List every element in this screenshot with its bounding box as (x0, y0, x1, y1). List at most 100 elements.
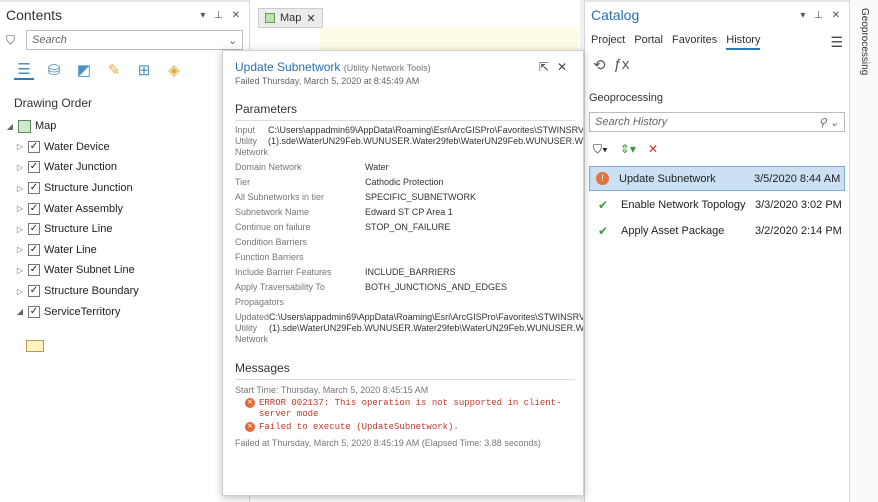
parameter-value: INCLUDE_BARRIERS (365, 267, 456, 277)
open-tool-icon[interactable]: ⇱ (539, 60, 557, 74)
geoprocessing-history-icon[interactable]: ⟲ (593, 56, 606, 78)
history-item[interactable]: ✔ Enable Network Topology 3/3/2020 3:02 PM (589, 192, 845, 217)
expand-icon[interactable]: ▷ (14, 142, 26, 151)
tab-history[interactable]: History (726, 34, 761, 50)
parameter-row: Function Barriers (235, 252, 575, 263)
map-tab-icon (265, 13, 275, 23)
parameter-value: SPECIFIC_SUBNETWORK (365, 192, 477, 202)
layer-label: Water Line (44, 243, 97, 256)
close-icon[interactable]: ✕ (306, 12, 315, 25)
filter-icon[interactable]: ⛉▾ (593, 142, 608, 157)
menu-icon[interactable]: ☰ (830, 34, 843, 51)
layer-checkbox[interactable]: ✓ (28, 305, 40, 318)
history-search-input[interactable]: Search History ⚲ ⌄ (589, 112, 845, 132)
python-history-icon[interactable]: ƒx (614, 56, 630, 78)
layer-label: Water Device (44, 140, 110, 153)
layer-checkbox[interactable]: ✓ (28, 202, 40, 215)
history-item[interactable]: ✔ Apply Asset Package 3/2/2020 2:14 PM (589, 218, 845, 243)
parameters-list: Input Utility Network C:\Users\appadmin69… (235, 125, 583, 345)
messages-title: Messages (235, 361, 575, 380)
error-icon: ! (596, 172, 609, 185)
layer-label: Structure Line (44, 223, 113, 236)
layer-checkbox[interactable]: ✓ (28, 161, 40, 174)
delete-icon[interactable]: ✕ (648, 142, 658, 156)
tab-map[interactable]: Map ✕ (258, 8, 323, 28)
parameter-label: Continue on failure (235, 222, 311, 232)
search-dropdown-icon[interactable]: ⌄ (228, 34, 237, 47)
parameter-row: Tier Cathodic Protection (235, 177, 575, 188)
filter-icon[interactable]: ⛉ (6, 33, 20, 47)
history-date: 3/2/2020 2:14 PM (755, 224, 842, 237)
list-by-selection-icon[interactable]: ◩ (74, 60, 94, 80)
catalog-tabs: Project Portal Favorites History ☰ (585, 28, 849, 52)
collapse-icon[interactable]: ◢ (4, 122, 16, 131)
layer-checkbox[interactable]: ✓ (28, 182, 40, 195)
tab-portal[interactable]: Portal (634, 34, 663, 46)
start-time: Start Time: Thursday, March 5, 2020 8:45… (235, 385, 429, 395)
list-by-editing-icon[interactable]: ✎ (104, 60, 124, 80)
expand-icon[interactable]: ▷ (14, 287, 26, 296)
parameter-label: Tier (235, 177, 251, 187)
layer-item[interactable]: ▷ ✓ Water Junction (0, 157, 249, 178)
parameter-label: Condition Barriers (235, 237, 308, 247)
layer-label: Water Assembly (44, 202, 124, 215)
collapse-icon[interactable]: ◢ (14, 307, 26, 316)
layer-item[interactable]: ▷ ✓ Structure Line (0, 219, 249, 240)
sort-icon[interactable]: ⇕▾ (620, 142, 636, 156)
layer-item[interactable]: ▷ ✓ Structure Junction (0, 178, 249, 199)
expand-icon[interactable]: ▷ (14, 245, 26, 254)
contents-search-input[interactable]: Search ⌄ (26, 30, 243, 50)
layer-item[interactable]: ▷ ✓ Water Device (0, 137, 249, 158)
layer-item[interactable]: ◢ ✓ ServiceTerritory (0, 301, 249, 322)
history-list: ! Update Subnetwork 3/5/2020 8:44 AM ✔ Enabl… (585, 166, 849, 243)
list-by-data-source-icon[interactable]: ⛁ (44, 60, 64, 80)
parameter-value (365, 297, 575, 308)
layer-item[interactable]: ▷ ✓ Water Line (0, 240, 249, 261)
layer-checkbox[interactable]: ✓ (28, 264, 40, 277)
catalog-title: Catalog (591, 7, 640, 23)
parameter-value (365, 237, 575, 248)
list-by-snapping-icon[interactable]: ⊞ (134, 60, 154, 80)
layer-checkbox[interactable]: ✓ (28, 285, 40, 298)
layer-checkbox[interactable]: ✓ (28, 223, 40, 236)
expand-icon[interactable]: ▷ (14, 163, 26, 172)
history-name: Apply Asset Package (621, 224, 725, 237)
list-by-labeling-icon[interactable]: ◈ (164, 60, 184, 80)
close-icon[interactable]: ✕ (557, 60, 575, 74)
parameter-label: Apply Traversability To (235, 282, 325, 292)
tab-favorites[interactable]: Favorites (672, 34, 717, 46)
layer-list: ▷ ✓ Water Device ▷ ✓ Water Junction ▷ ✓ Structur… (0, 137, 249, 322)
history-date: 3/5/2020 8:44 AM (754, 172, 841, 185)
layer-item[interactable]: ▷ ✓ Structure Boundary (0, 281, 249, 302)
pane-controls[interactable]: ▾ ⊥ ✕ (800, 10, 843, 21)
history-name: Enable Network Topology (621, 198, 746, 211)
search-icon[interactable]: ⚲ ⌄ (819, 116, 839, 129)
parameters-title: Parameters (235, 102, 575, 121)
layer-item[interactable]: ▷ ✓ Water Assembly (0, 198, 249, 219)
geoprocessing-pane-tab[interactable]: Geoprocessing (849, 0, 878, 502)
parameter-row: Input Utility Network C:\Users\appadmin69… (235, 125, 583, 158)
expand-icon[interactable]: ▷ (14, 204, 26, 213)
history-section-title: Geoprocessing (589, 92, 663, 104)
symbol-swatch (26, 340, 44, 352)
contents-toolbar: ☰ ⛁ ◩ ✎ ⊞ ◈ (0, 52, 249, 82)
history-item[interactable]: ! Update Subnetwork 3/5/2020 8:44 AM (589, 166, 845, 191)
error-message: ✕ ERROR 002137: This operation is not sup… (235, 398, 575, 420)
layer-label: ServiceTerritory (44, 305, 121, 318)
parameter-row: Subnetwork Name Edward ST CP Area 1 (235, 207, 575, 218)
expand-icon[interactable]: ▷ (14, 184, 26, 193)
pane-controls[interactable]: ▾ ⊥ ✕ (200, 10, 243, 21)
layer-label: Water Junction (44, 161, 117, 174)
parameter-value: C:\Users\appadmin69\AppData\Roaming\Esri… (268, 125, 584, 146)
list-by-drawing-order-icon[interactable]: ☰ (14, 60, 34, 80)
layer-checkbox[interactable]: ✓ (28, 140, 40, 153)
tree-map[interactable]: ◢ Map (0, 116, 249, 137)
drawing-order-title: Drawing Order (14, 96, 93, 110)
tab-project[interactable]: Project (591, 34, 625, 46)
layer-item[interactable]: ▷ ✓ Water Subnet Line (0, 260, 249, 281)
layer-label: Structure Boundary (44, 285, 139, 298)
expand-icon[interactable]: ▷ (14, 266, 26, 275)
parameter-row: Updated Utility Network C:\Users\appadmin… (235, 312, 583, 345)
expand-icon[interactable]: ▷ (14, 225, 26, 234)
layer-checkbox[interactable]: ✓ (28, 243, 40, 256)
